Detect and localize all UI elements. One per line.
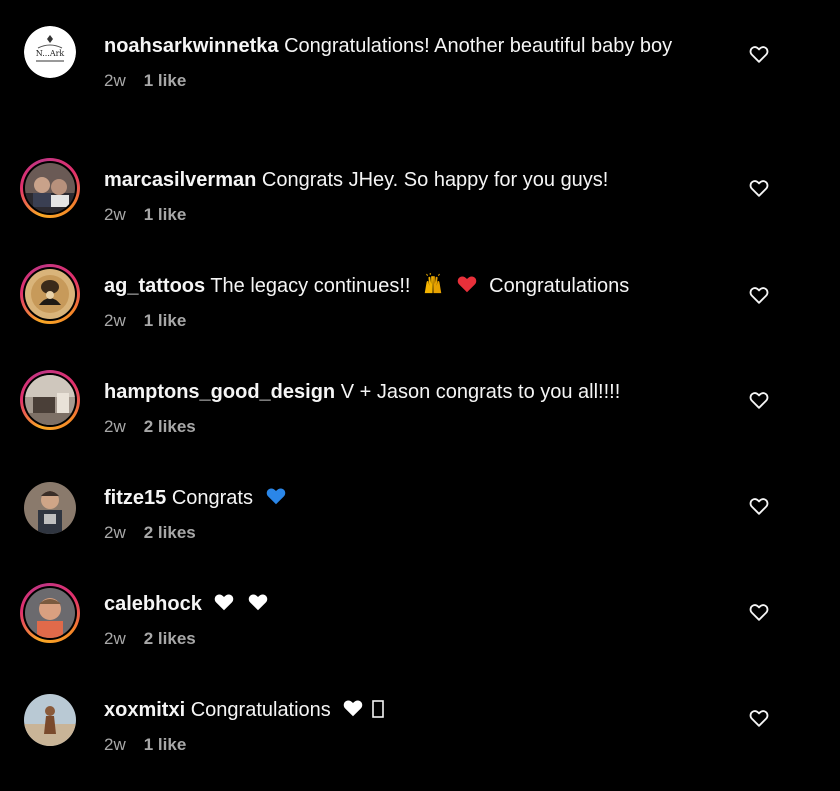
timestamp[interactable]: 2w — [104, 311, 126, 331]
timestamp[interactable]: 2w — [104, 71, 126, 91]
comment-text: hamptons_good_design V + Jason congrats … — [104, 378, 724, 407]
like-heart-icon[interactable] — [748, 389, 770, 411]
comment-text: xoxmitxi Congratulations — [104, 696, 724, 725]
avatar[interactable] — [20, 478, 80, 538]
white-heart-icon — [344, 700, 363, 717]
likes-count[interactable]: 2 likes — [144, 629, 196, 649]
comment-content-continued: Congratulations — [489, 275, 630, 297]
like-heart-icon[interactable] — [748, 495, 770, 517]
likes-count[interactable]: 2 likes — [144, 523, 196, 543]
comment-text: marcasilverman Congrats JHey. So happy f… — [104, 166, 724, 195]
likes-count[interactable]: 1 like — [144, 71, 187, 91]
white-heart-icon — [215, 594, 234, 611]
comment-body: xoxmitxi Congratulations 2w 1 like — [104, 696, 724, 755]
avatar[interactable] — [20, 158, 80, 218]
username-link[interactable]: hamptons_good_design — [104, 381, 335, 403]
comment-body: hamptons_good_design V + Jason congrats … — [104, 378, 724, 437]
comments-list: N...Ark noahsarkwinnetka Congratulations… — [0, 0, 840, 791]
raising-hands-icon — [424, 273, 442, 294]
comment-text: noahsarkwinnetka Congratulations! Anothe… — [104, 32, 724, 61]
like-heart-icon[interactable] — [748, 177, 770, 199]
timestamp[interactable]: 2w — [104, 417, 126, 437]
likes-count[interactable]: 1 like — [144, 205, 187, 225]
avatar-photo — [25, 588, 75, 638]
comment-content: Congratulations — [190, 699, 331, 721]
timestamp[interactable]: 2w — [104, 523, 126, 543]
comment-meta: 2w 1 like — [104, 71, 724, 91]
avatar[interactable] — [20, 264, 80, 324]
username-link[interactable]: calebhock — [104, 593, 202, 615]
comment-meta: 2w 1 like — [104, 735, 724, 755]
red-heart-icon — [457, 276, 476, 293]
avatar-photo — [25, 163, 75, 213]
comment-content: Congratulations! Another beautiful baby … — [284, 35, 673, 57]
comment-content: V + Jason congrats to you all!!!! — [340, 381, 621, 403]
like-heart-icon[interactable] — [748, 43, 770, 65]
comment-meta: 2w 1 like — [104, 205, 724, 225]
username-link[interactable]: noahsarkwinnetka — [104, 35, 279, 57]
avatar-photo — [24, 482, 76, 534]
comment-meta: 2w 2 likes — [104, 523, 724, 543]
avatar-photo — [25, 269, 75, 319]
blue-heart-icon — [266, 488, 285, 505]
avatar-photo — [25, 375, 75, 425]
comment-text: fitze15 Congrats — [104, 484, 724, 513]
comment-meta: 2w 1 like — [104, 311, 724, 331]
timestamp[interactable]: 2w — [104, 205, 126, 225]
timestamp[interactable]: 2w — [104, 629, 126, 649]
comment-meta: 2w 2 likes — [104, 417, 724, 437]
avatar-photo — [24, 694, 76, 746]
comment-meta: 2w 2 likes — [104, 629, 724, 649]
likes-count[interactable]: 1 like — [144, 735, 187, 755]
svg-text:N...Ark: N...Ark — [36, 49, 65, 58]
comment-content: The legacy continues!! — [210, 275, 411, 297]
avatar-logo: N...Ark — [24, 26, 76, 78]
like-heart-icon[interactable] — [748, 707, 770, 729]
comment-body: noahsarkwinnetka Congratulations! Anothe… — [104, 32, 724, 91]
comment-text: ag_tattoos The legacy continues!! Congra… — [104, 272, 724, 301]
comment-body: marcasilverman Congrats JHey. So happy f… — [104, 166, 724, 225]
white-heart-icon — [248, 594, 268, 611]
like-heart-icon[interactable] — [748, 601, 770, 623]
likes-count[interactable]: 1 like — [144, 311, 187, 331]
avatar[interactable] — [20, 583, 80, 643]
timestamp[interactable]: 2w — [104, 735, 126, 755]
comment-content: Congrats — [171, 487, 253, 509]
avatar[interactable] — [20, 690, 80, 750]
comment-content: Congrats JHey. So happy for you guys! — [261, 169, 609, 191]
username-link[interactable]: xoxmitxi — [104, 699, 185, 721]
comment-body: fitze15 Congrats 2w 2 likes — [104, 484, 724, 543]
username-link[interactable]: ag_tattoos — [104, 275, 205, 297]
like-heart-icon[interactable] — [748, 284, 770, 306]
comment-text: calebhock — [104, 590, 724, 619]
comment-body: ag_tattoos The legacy continues!! Congra… — [104, 272, 724, 331]
likes-count[interactable]: 2 likes — [144, 417, 196, 437]
username-link[interactable]: marcasilverman — [104, 169, 256, 191]
missing-glyph-icon — [372, 700, 384, 718]
comment-body: calebhock 2w 2 likes — [104, 590, 724, 649]
avatar[interactable] — [20, 370, 80, 430]
username-link[interactable]: fitze15 — [104, 487, 166, 509]
avatar[interactable]: N...Ark — [20, 22, 80, 82]
